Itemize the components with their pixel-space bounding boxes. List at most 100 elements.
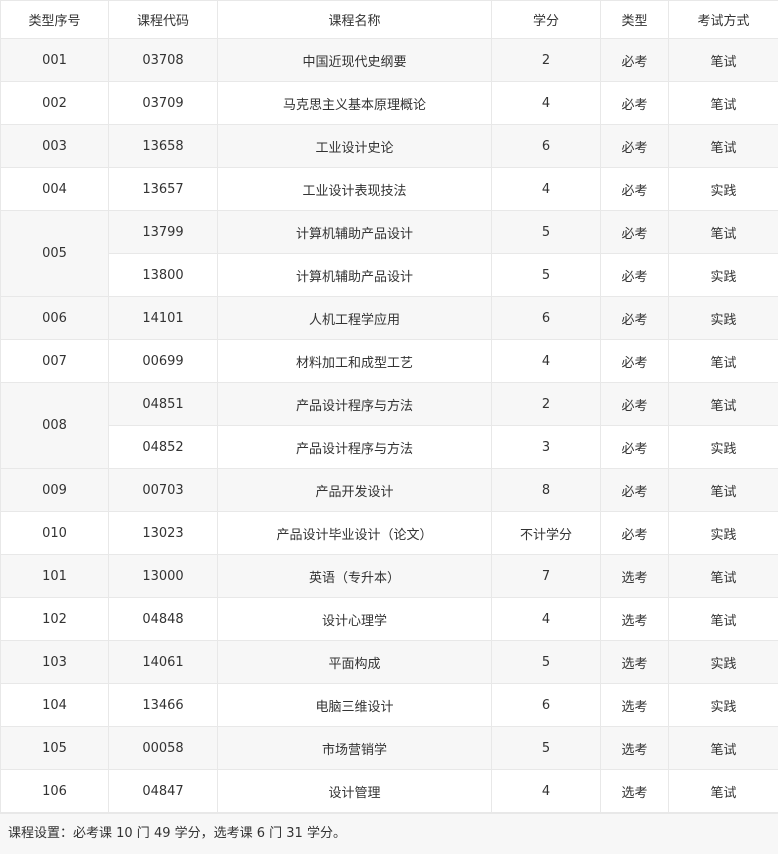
course-table: 类型序号 课程代码 课程名称 学分 类型 考试方式 001 03708 中国近现… — [0, 0, 778, 813]
cell-type: 选考 — [600, 683, 669, 727]
cell-name: 平面构成 — [217, 640, 492, 684]
cell-seq: 005 — [0, 210, 109, 297]
cell-credit: 5 — [491, 726, 601, 770]
cell-type: 必考 — [600, 468, 669, 512]
cell-credit: 6 — [491, 124, 601, 168]
table-row: 005 13799 计算机辅助产品设计 5 必考 笔试 — [0, 210, 778, 297]
table-row: 106 04847 设计管理 4 选考 笔试 — [0, 769, 778, 813]
cell-credit: 6 — [491, 683, 601, 727]
cell-seq: 106 — [0, 769, 109, 813]
cell-exam: 笔试 — [668, 382, 778, 426]
cell-name: 工业设计史论 — [217, 124, 492, 168]
cell-exam: 实践 — [668, 640, 778, 684]
cell-seq: 006 — [0, 296, 109, 340]
cell-credit: 4 — [491, 597, 601, 641]
cell-type: 必考 — [600, 339, 669, 383]
table-row: 003 13658 工业设计史论 6 必考 笔试 — [0, 124, 778, 168]
cell-code: 14061 — [108, 640, 218, 684]
table-row: 04852 产品设计程序与方法 3 必考 实践 — [1, 425, 778, 469]
cell-exam: 实践 — [668, 683, 778, 727]
table-row: 002 03709 马克思主义基本原理概论 4 必考 笔试 — [0, 81, 778, 125]
cell-code: 03709 — [108, 81, 218, 125]
cell-type: 必考 — [600, 511, 669, 555]
table-body: 001 03708 中国近现代史纲要 2 必考 笔试 002 03709 马克思… — [0, 38, 778, 813]
cell-code: 04847 — [108, 769, 218, 813]
cell-credit: 8 — [491, 468, 601, 512]
cell-seq: 103 — [0, 640, 109, 684]
cell-credit: 4 — [491, 769, 601, 813]
cell-name: 计算机辅助产品设计 — [217, 253, 492, 297]
cell-type: 必考 — [600, 425, 669, 469]
cell-code: 13658 — [108, 124, 218, 168]
cell-type: 选考 — [600, 769, 669, 813]
cell-credit: 5 — [491, 640, 601, 684]
cell-exam: 实践 — [668, 167, 778, 211]
cell-name: 产品设计程序与方法 — [217, 425, 492, 469]
cell-seq: 010 — [0, 511, 109, 555]
table-row: 001 03708 中国近现代史纲要 2 必考 笔试 — [0, 38, 778, 82]
cell-seq: 003 — [0, 124, 109, 168]
header-credit: 学分 — [491, 0, 601, 39]
cell-code: 13800 — [108, 253, 218, 297]
cell-seq: 007 — [0, 339, 109, 383]
cell-seq: 008 — [0, 382, 109, 469]
cell-credit: 4 — [491, 167, 601, 211]
header-row: 类型序号 课程代码 课程名称 学分 类型 考试方式 — [0, 0, 778, 39]
cell-name: 设计心理学 — [217, 597, 492, 641]
header-exam-method: 考试方式 — [668, 0, 778, 39]
cell-code: 03708 — [108, 38, 218, 82]
cell-type: 必考 — [600, 124, 669, 168]
cell-type: 选考 — [600, 597, 669, 641]
cell-credit: 5 — [491, 253, 601, 297]
cell-code: 00058 — [108, 726, 218, 770]
cell-code: 14101 — [108, 296, 218, 340]
cell-credit: 7 — [491, 554, 601, 598]
cell-name: 产品开发设计 — [217, 468, 492, 512]
cell-code: 04852 — [108, 425, 218, 469]
cell-exam: 实践 — [668, 296, 778, 340]
table-row: 010 13023 产品设计毕业设计（论文） 不计学分 必考 实践 — [0, 511, 778, 555]
table-row: 13800 计算机辅助产品设计 5 必考 实践 — [1, 253, 778, 297]
table-row: 102 04848 设计心理学 4 选考 笔试 — [0, 597, 778, 641]
cell-name: 材料加工和成型工艺 — [217, 339, 492, 383]
table-row: 009 00703 产品开发设计 8 必考 笔试 — [0, 468, 778, 512]
table-row: 104 13466 电脑三维设计 6 选考 实践 — [0, 683, 778, 727]
cell-credit: 5 — [491, 210, 601, 254]
cell-type: 必考 — [600, 38, 669, 82]
cell-exam: 笔试 — [668, 210, 778, 254]
cell-name: 计算机辅助产品设计 — [217, 210, 492, 254]
cell-credit: 4 — [491, 81, 601, 125]
cell-credit: 不计学分 — [491, 511, 601, 555]
cell-type: 必考 — [600, 382, 669, 426]
cell-exam: 笔试 — [668, 124, 778, 168]
cell-name: 马克思主义基本原理概论 — [217, 81, 492, 125]
cell-name: 市场营销学 — [217, 726, 492, 770]
cell-code: 00699 — [108, 339, 218, 383]
cell-exam: 实践 — [668, 253, 778, 297]
cell-type: 必考 — [600, 253, 669, 297]
header-type-seq: 类型序号 — [0, 0, 109, 39]
table-row: 004 13657 工业设计表现技法 4 必考 实践 — [0, 167, 778, 211]
cell-code: 04851 — [108, 382, 218, 426]
cell-seq: 105 — [0, 726, 109, 770]
table-row: 007 00699 材料加工和成型工艺 4 必考 笔试 — [0, 339, 778, 383]
cell-seq: 002 — [0, 81, 109, 125]
cell-exam: 笔试 — [668, 81, 778, 125]
cell-credit: 6 — [491, 296, 601, 340]
cell-credit: 3 — [491, 425, 601, 469]
cell-code: 13799 — [108, 210, 218, 254]
cell-seq: 102 — [0, 597, 109, 641]
cell-seq: 104 — [0, 683, 109, 727]
cell-name: 产品设计程序与方法 — [217, 382, 492, 426]
cell-exam: 笔试 — [668, 554, 778, 598]
header-course-code: 课程代码 — [108, 0, 218, 39]
page: 类型序号 课程代码 课程名称 学分 类型 考试方式 001 03708 中国近现… — [0, 0, 778, 854]
cell-type: 必考 — [600, 167, 669, 211]
header-type: 类型 — [600, 0, 669, 39]
cell-exam: 笔试 — [668, 339, 778, 383]
cell-seq: 101 — [0, 554, 109, 598]
cell-code: 13466 — [108, 683, 218, 727]
cell-code: 13000 — [108, 554, 218, 598]
cell-exam: 笔试 — [668, 38, 778, 82]
cell-exam: 笔试 — [668, 769, 778, 813]
